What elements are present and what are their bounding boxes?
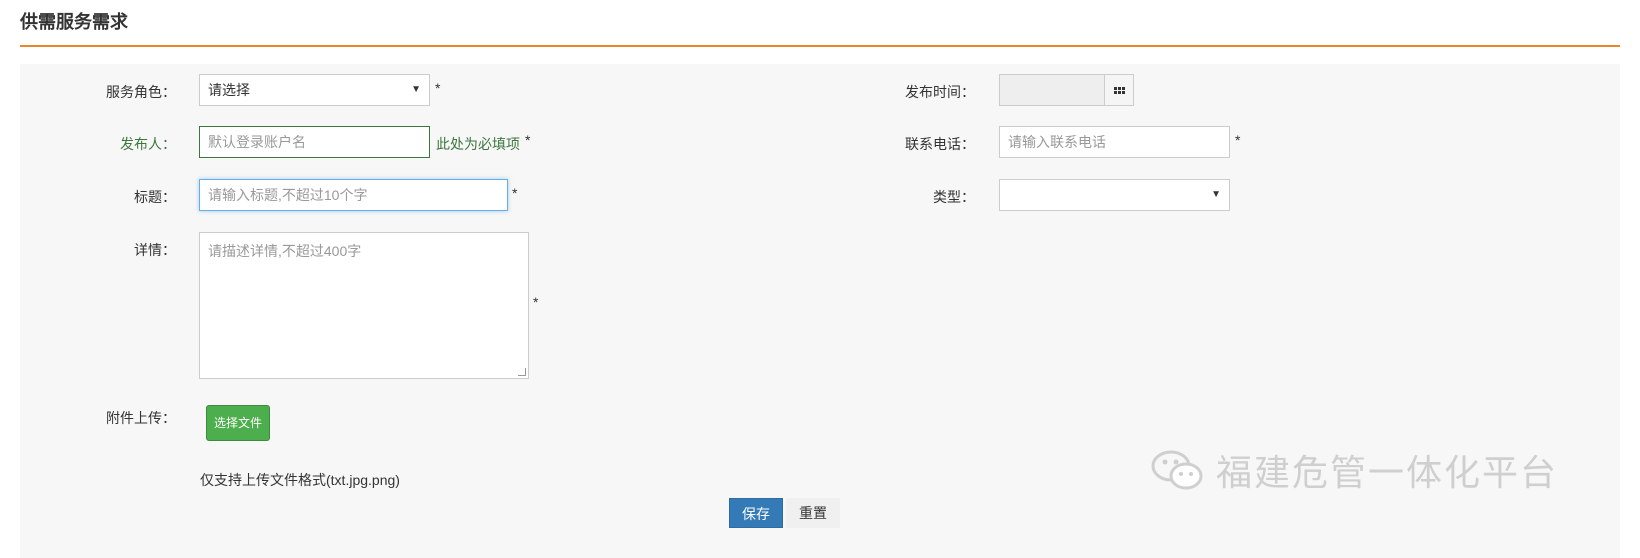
dropdown-caret-icon: ▼ [1211,189,1221,200]
title-input[interactable]: 请输入标题,不超过10个字 [199,179,508,211]
detail-placeholder: 请描述详情,不超过400字 [208,243,362,259]
watermark-text: 福建危管一体化平台 [1216,453,1559,494]
watermark: 福建危管一体化平台 [1150,444,1558,496]
role-label: 服务角色： [106,84,176,100]
publish-time-label: 发布时间： [905,84,975,100]
detail-label: 详情： [134,242,176,258]
type-select[interactable]: ▼ [999,179,1230,211]
reset-button[interactable]: 重置 [786,498,840,528]
phone-input[interactable]: 请输入联系电话 [999,126,1230,158]
calendar-button[interactable] [1104,74,1134,106]
role-select[interactable]: 请选择 ▼ [199,74,430,106]
file-format-note: 仅支持上传文件格式(txt.jpg.png) [200,472,400,488]
page-title: 供需服务需求 [20,12,128,32]
title-divider [20,45,1620,47]
required-mark: * [435,80,441,96]
publish-time-input[interactable] [999,74,1105,106]
wechat-icon [1151,450,1203,490]
calendar-grid-icon [1113,86,1125,94]
dropdown-caret-icon: ▼ [411,84,421,95]
required-mark: * [525,132,531,148]
choose-file-button[interactable]: 选择文件 [206,405,271,441]
title-label: 标题： [134,189,176,205]
role-select-value: 请选择 [208,82,250,98]
resize-handle-icon[interactable] [518,368,526,376]
publisher-input[interactable]: 默认登录账户名 [199,126,430,158]
publisher-label: 发布人： [120,136,176,152]
save-button[interactable]: 保存 [729,498,783,528]
phone-label: 联系电话： [905,136,975,152]
type-label: 类型： [933,189,975,205]
required-mark: * [533,294,539,310]
detail-textarea[interactable]: 请描述详情,不超过400字 [199,232,529,379]
publisher-required-hint: 此处为必填项 [436,136,520,152]
required-mark: * [1235,132,1241,148]
attachment-label: 附件上传： [106,410,176,426]
required-mark: * [512,185,518,201]
